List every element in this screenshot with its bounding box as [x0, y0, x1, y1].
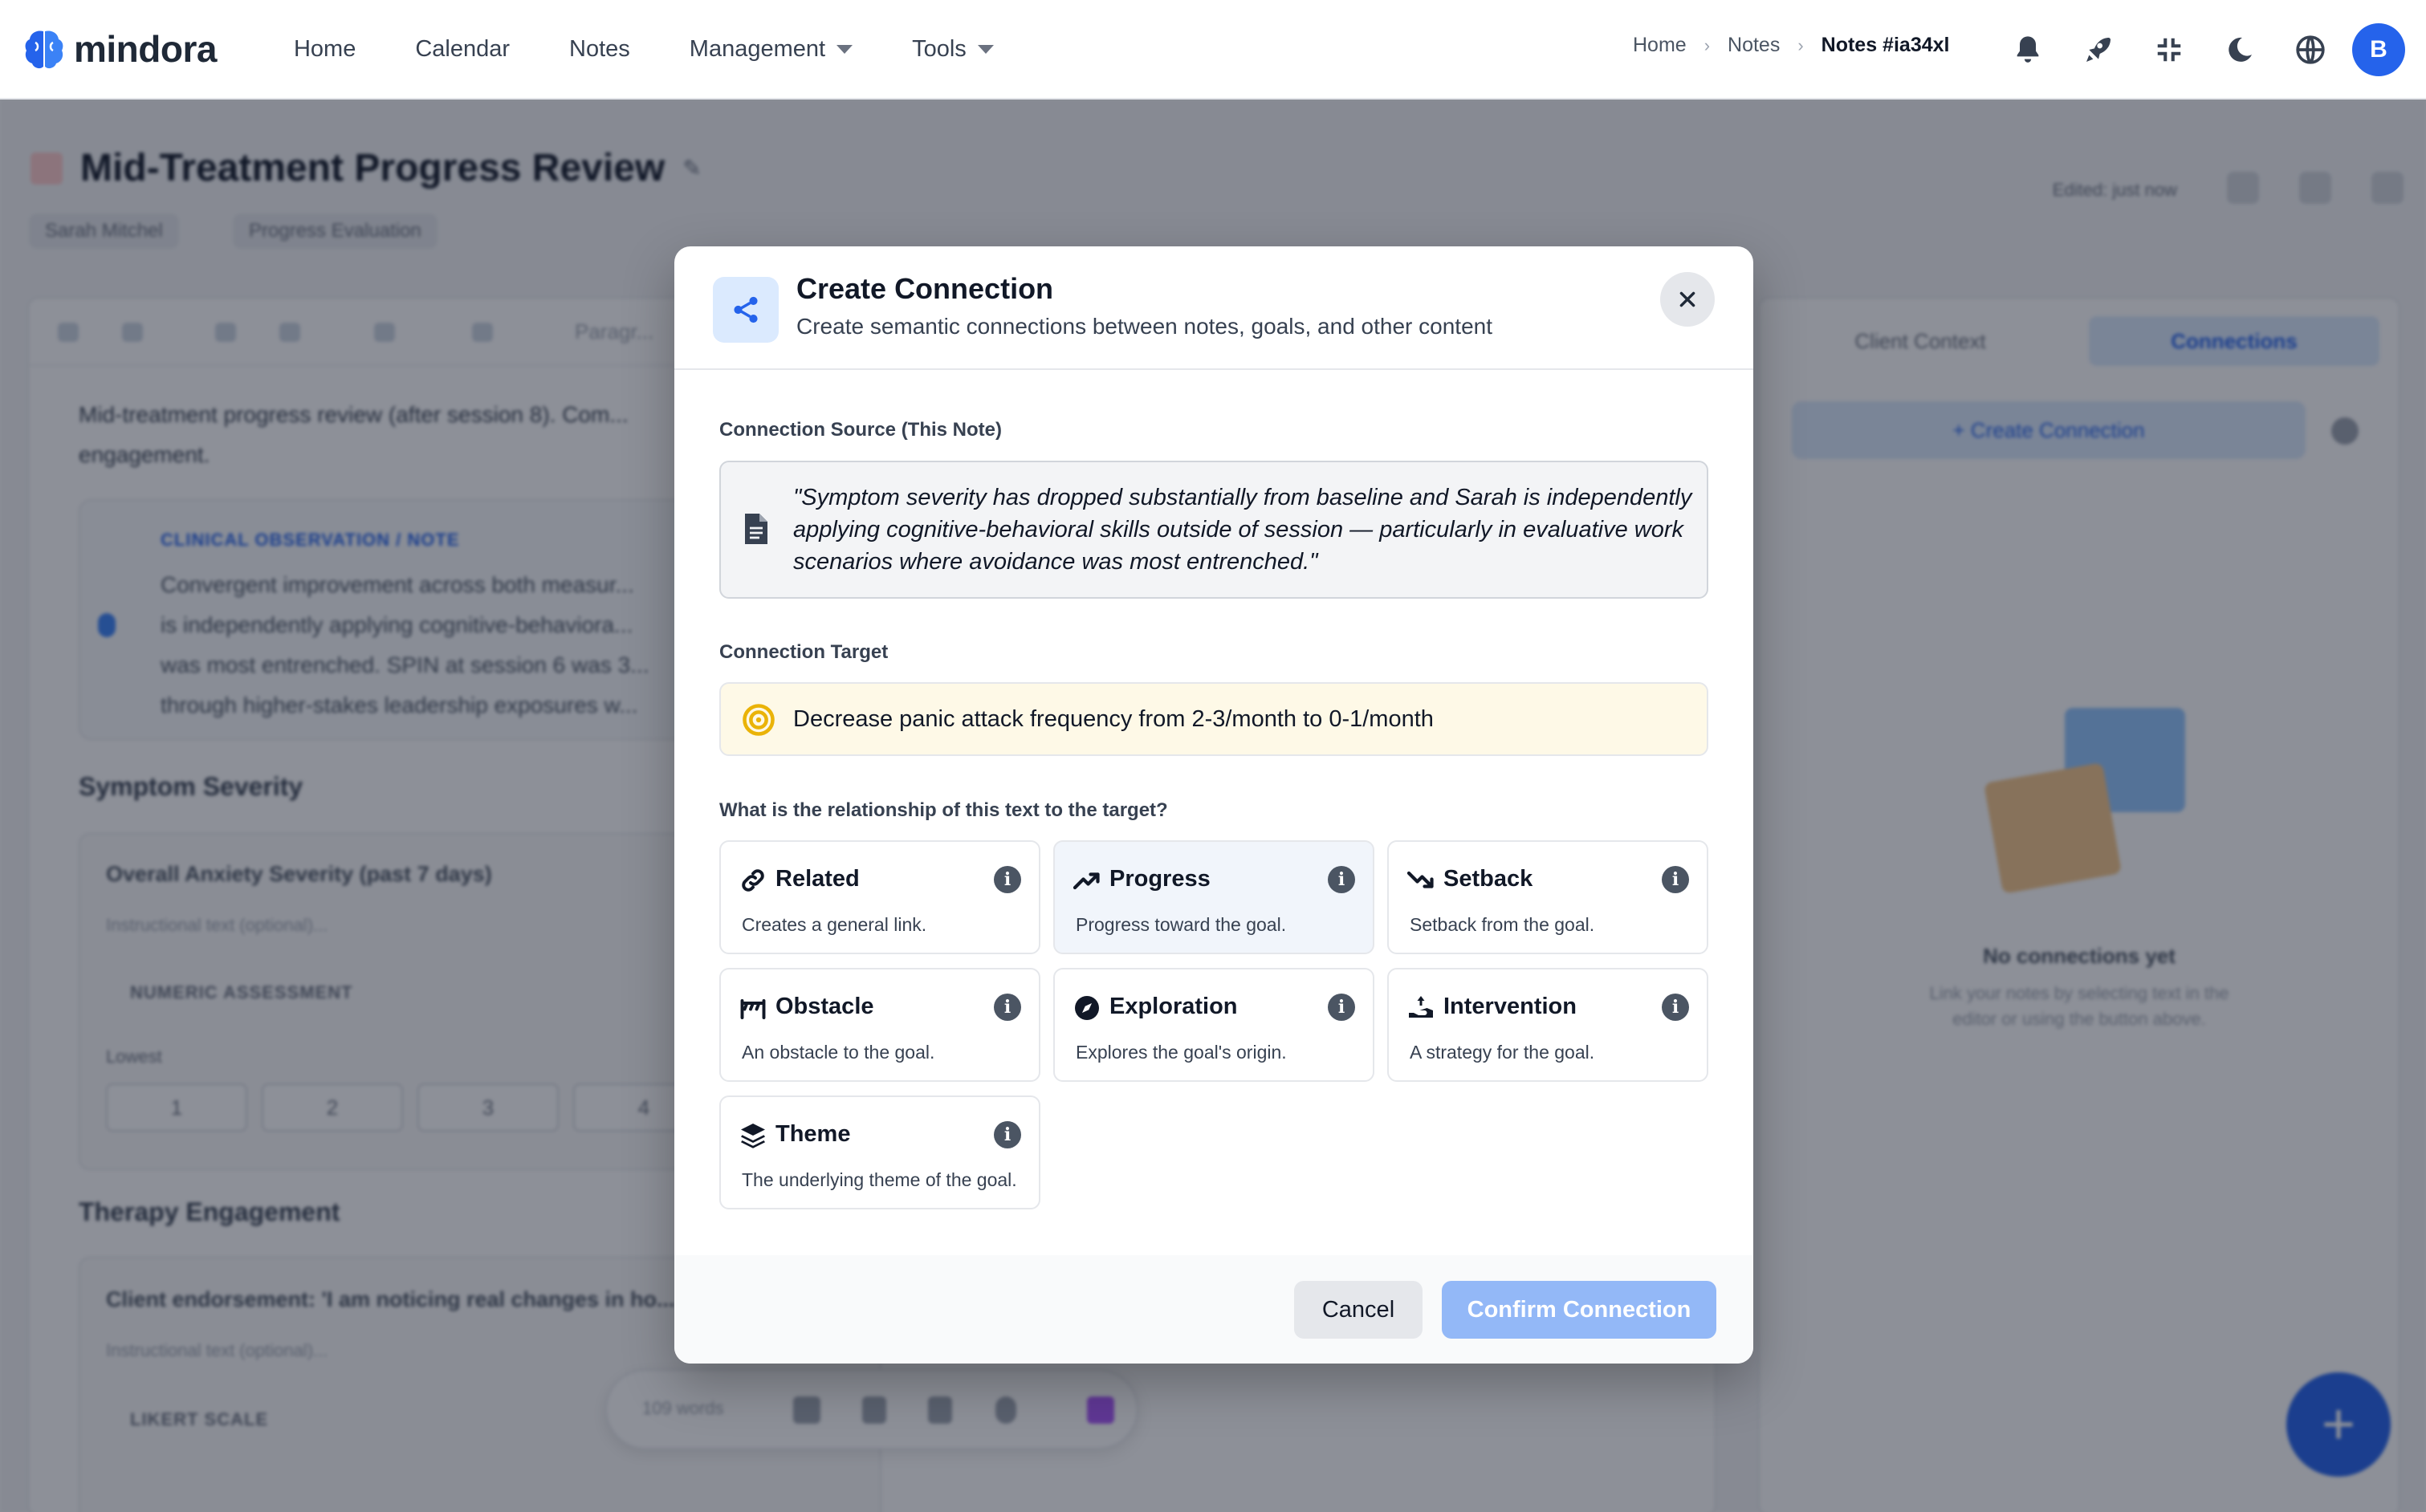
- option-title: Obstacle: [775, 994, 874, 1019]
- option-title: Related: [775, 866, 860, 892]
- share-nodes-icon: [713, 277, 779, 343]
- modal-footer: Cancel Confirm Connection: [674, 1255, 1753, 1364]
- option-title: Theme: [775, 1121, 851, 1147]
- option-exploration[interactable]: Exploration Explores the goal's origin. …: [1053, 968, 1374, 1082]
- hand-holding-icon: [1409, 996, 1433, 1018]
- source-label: Connection Source (This Note): [719, 419, 1003, 441]
- option-theme[interactable]: Theme The underlying theme of the goal. …: [719, 1095, 1040, 1209]
- cancel-button[interactable]: Cancel: [1294, 1281, 1423, 1339]
- nav-home[interactable]: Home: [294, 36, 356, 63]
- connection-target-box: Decrease panic attack frequency from 2-3…: [719, 682, 1708, 756]
- close-icon: [1679, 291, 1695, 307]
- nav-management[interactable]: Management: [690, 36, 853, 63]
- top-navbar: mindora Home Calendar Notes Management T…: [0, 0, 2426, 100]
- option-related[interactable]: Related Creates a general link. i: [719, 840, 1040, 954]
- nav-tools[interactable]: Tools: [912, 36, 994, 63]
- info-icon[interactable]: i: [1662, 866, 1689, 893]
- logo[interactable]: mindora: [24, 27, 217, 71]
- main-nav: Home Calendar Notes Management Tools: [294, 36, 1053, 63]
- moon-icon[interactable]: [2204, 19, 2275, 80]
- bell-icon[interactable]: [1992, 19, 2063, 80]
- nav-notes[interactable]: Notes: [569, 36, 630, 63]
- chevron-right-icon: ›: [1797, 35, 1804, 55]
- option-desc: A strategy for the goal.: [1410, 1042, 1595, 1063]
- chevron-down-icon: [836, 44, 853, 54]
- option-desc: Progress toward the goal.: [1076, 914, 1287, 935]
- info-icon[interactable]: i: [1328, 866, 1355, 893]
- brain-logo-icon: [25, 30, 63, 69]
- globe-icon[interactable]: [2275, 19, 2346, 80]
- trending-up-icon: [1073, 872, 1100, 890]
- compress-icon[interactable]: [2134, 19, 2204, 80]
- target-goal-text: Decrease panic attack frequency from 2-3…: [793, 706, 1434, 732]
- info-icon[interactable]: i: [1662, 994, 1689, 1021]
- nav-tools-label: Tools: [912, 35, 967, 62]
- option-title: Progress: [1109, 866, 1211, 892]
- rocket-icon[interactable]: [2063, 19, 2134, 80]
- nav-actions: B: [1992, 19, 2405, 80]
- modal-title: Create Connection: [796, 272, 1054, 305]
- create-connection-modal: Create Connection Create semantic connec…: [674, 246, 1753, 1364]
- close-button[interactable]: [1660, 272, 1715, 327]
- option-intervention[interactable]: Intervention A strategy for the goal. i: [1387, 968, 1708, 1082]
- nav-calendar-label: Calendar: [415, 35, 511, 62]
- option-desc: Explores the goal's origin.: [1076, 1042, 1287, 1063]
- option-desc: An obstacle to the goal.: [742, 1042, 935, 1063]
- source-quote: "Symptom severity has dropped substantia…: [793, 485, 1692, 575]
- nav-notes-label: Notes: [569, 35, 630, 62]
- option-desc: Creates a general link.: [742, 914, 927, 935]
- info-icon[interactable]: i: [1328, 994, 1355, 1021]
- relationship-question: What is the relationship of this text to…: [719, 799, 1168, 821]
- chevron-down-icon: [977, 44, 994, 54]
- brand-name: mindora: [74, 28, 217, 70]
- option-desc: Setback from the goal.: [1410, 914, 1595, 935]
- breadcrumb-current: Notes #ia34xl: [1821, 34, 1950, 56]
- info-icon[interactable]: i: [994, 1121, 1021, 1148]
- connection-source-box: "Symptom severity has dropped substantia…: [719, 461, 1708, 599]
- modal-header: Create Connection Create semantic connec…: [674, 246, 1753, 370]
- layers-icon: [741, 1124, 765, 1148]
- option-progress[interactable]: Progress Progress toward the goal. i: [1053, 840, 1374, 954]
- target-label: Connection Target: [719, 641, 889, 663]
- nav-management-label: Management: [689, 35, 826, 62]
- option-title: Exploration: [1109, 994, 1238, 1019]
- barrier-icon: [740, 999, 766, 1019]
- document-icon: [745, 514, 767, 544]
- option-title: Intervention: [1443, 994, 1577, 1019]
- info-icon[interactable]: i: [994, 866, 1021, 893]
- info-icon[interactable]: i: [994, 994, 1021, 1021]
- option-desc: The underlying theme of the goal.: [742, 1169, 1017, 1190]
- option-title: Setback: [1443, 866, 1533, 892]
- nav-home-label: Home: [293, 35, 356, 62]
- breadcrumb: Home › Notes › Notes #ia34xl: [1633, 34, 1949, 57]
- chevron-right-icon: ›: [1703, 35, 1711, 55]
- link-icon: [742, 869, 764, 892]
- trending-down-icon: [1406, 871, 1434, 888]
- modal-subtitle: Create semantic connections between note…: [796, 314, 1492, 339]
- nav-calendar[interactable]: Calendar: [415, 36, 510, 63]
- confirm-connection-button[interactable]: Confirm Connection: [1442, 1281, 1716, 1339]
- user-avatar[interactable]: B: [2352, 23, 2405, 76]
- breadcrumb-notes[interactable]: Notes: [1728, 34, 1780, 57]
- option-obstacle[interactable]: Obstacle An obstacle to the goal. i: [719, 968, 1040, 1082]
- option-setback[interactable]: Setback Setback from the goal. i: [1387, 840, 1708, 954]
- compass-icon: [1075, 996, 1099, 1020]
- target-goal-icon: [743, 704, 775, 736]
- breadcrumb-home[interactable]: Home: [1633, 34, 1687, 57]
